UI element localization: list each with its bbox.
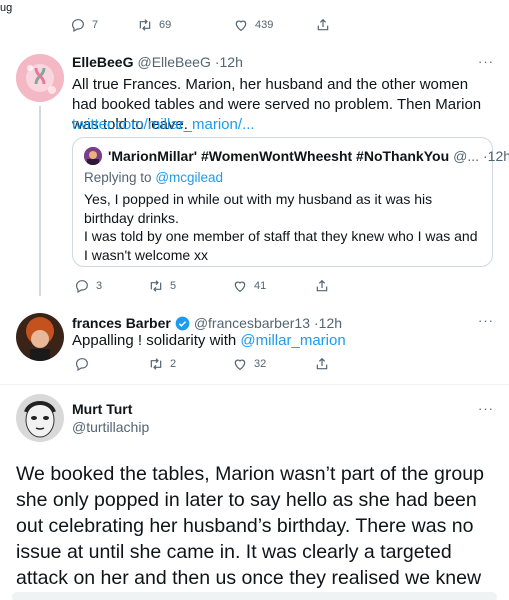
tweet1-link[interactable]: twitter.com/millar_marion/... — [72, 115, 255, 135]
tweet2-text-main: Appalling ! solidarity with — [72, 332, 237, 349]
retweet-button[interactable]: 69 — [137, 17, 171, 33]
quoted-line-1: Yes, I popped in while out with my husba… — [84, 191, 433, 226]
timestamp[interactable]: ·12h — [314, 315, 342, 331]
share-button[interactable] — [314, 278, 330, 294]
reply-icon — [76, 358, 88, 372]
reply-icon — [72, 19, 84, 33]
replying-handle[interactable]: @mcgilead — [155, 170, 223, 185]
author-handle[interactable]: @francesbarber13 — [194, 315, 310, 331]
heart-icon — [234, 281, 246, 293]
share-button[interactable] — [315, 17, 331, 33]
like-count: 41 — [254, 280, 267, 292]
top-label: ug — [0, 2, 13, 14]
share-icon — [316, 357, 328, 370]
reply-composer-edge[interactable] — [12, 592, 497, 600]
like-button[interactable]: 439 — [233, 17, 273, 33]
author-handle[interactable]: @ElleBeeG — [137, 54, 210, 70]
like-count: 439 — [255, 19, 274, 31]
more-options-icon[interactable]: ··· — [478, 313, 494, 328]
retweet-count: 69 — [159, 19, 172, 31]
quoted-author-name: 'MarionMillar' #WomenWontWheesht #NoThan… — [108, 148, 450, 164]
like-button[interactable]: 32 — [232, 356, 266, 372]
avatar-image — [16, 54, 64, 102]
replying-to-line: Replying to @mcgilead — [84, 170, 223, 185]
thread-line — [39, 106, 41, 296]
tweet3-text: We booked the tables, Marion wasn’t part… — [16, 463, 484, 600]
quoted-header: 'MarionMillar' #WomenWontWheesht #NoThan… — [108, 148, 509, 164]
share-icon — [316, 279, 328, 292]
avatar-image — [16, 394, 64, 442]
tweet0-action-bar: 7 69 439 — [70, 16, 330, 34]
timestamp[interactable]: ·12h — [215, 54, 243, 70]
reply-icon — [76, 280, 88, 294]
quoted-avatar — [84, 147, 102, 165]
quoted-handle: @... — [453, 148, 480, 164]
tweet2-action-bar: 2 32 — [74, 355, 334, 373]
author-name[interactable]: Murt Turt — [72, 401, 132, 417]
retweet-button[interactable]: 2 — [148, 356, 176, 372]
heart-icon — [235, 20, 247, 32]
author-name[interactable]: ElleBeeG — [72, 54, 133, 70]
retweet-icon — [150, 358, 162, 370]
verified-badge-icon — [175, 316, 190, 330]
author-name[interactable]: frances Barber — [72, 315, 171, 331]
author-handle[interactable]: @turtillachip — [72, 419, 149, 435]
tweet2-text: Appalling ! solidarity with @millar_mari… — [72, 331, 346, 351]
more-options-icon[interactable]: ··· — [478, 54, 494, 69]
more-options-icon[interactable]: ··· — [478, 401, 494, 416]
reply-button[interactable]: 7 — [70, 17, 98, 33]
heart-icon — [234, 359, 246, 371]
quoted-timestamp: ·12h — [483, 148, 509, 164]
retweet-count: 5 — [170, 280, 177, 292]
mention-link[interactable]: @millar_marion — [240, 332, 345, 349]
avatar-murt-turt[interactable] — [16, 394, 64, 442]
reply-count: 7 — [92, 19, 99, 31]
reply-count: 3 — [96, 280, 103, 292]
retweet-count: 2 — [170, 358, 177, 370]
reply-button[interactable]: 3 — [74, 278, 102, 294]
reply-button[interactable] — [74, 356, 90, 372]
like-button[interactable]: 41 — [232, 278, 266, 294]
avatar-ellebeeg[interactable] — [16, 54, 64, 102]
share-button[interactable] — [314, 356, 330, 372]
retweet-icon — [139, 19, 151, 31]
divider — [0, 384, 509, 385]
quoted-line-2: I was told by one member of staff that t… — [84, 228, 478, 263]
tweet1-action-bar: 3 5 41 — [74, 277, 334, 295]
avatar-image — [16, 313, 64, 361]
share-icon — [317, 18, 329, 31]
retweet-icon — [150, 280, 162, 292]
like-count: 32 — [254, 358, 267, 370]
tweet2-header: frances Barber @francesbarber13 ·12h — [72, 313, 472, 333]
retweet-button[interactable]: 5 — [148, 278, 176, 294]
avatar-frances-barber[interactable] — [16, 313, 64, 361]
tweet1-header: ElleBeeG @ElleBeeG ·12h — [72, 54, 492, 74]
replying-label: Replying to — [84, 170, 152, 185]
